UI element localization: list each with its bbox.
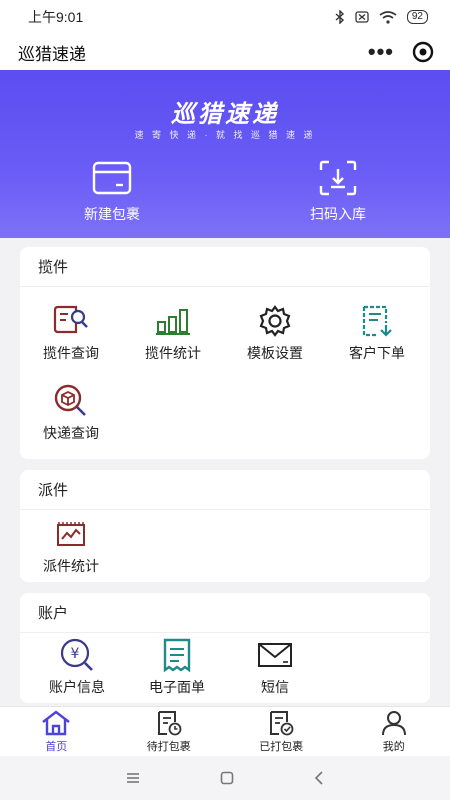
pickup-stats-label: 揽件统计 [145, 345, 201, 361]
capsule-menu: ••• [368, 41, 434, 63]
hero-banner: 巡猎速递 速 寄 快 递 · 就 找 巡 猎 速 递 新建包裹 扫码入库 [0, 70, 450, 238]
battery-indicator: 92 [406, 10, 428, 24]
tab-profile[interactable]: 我的 [338, 707, 450, 756]
more-icon[interactable]: ••• [368, 41, 394, 63]
home-icon [42, 709, 70, 735]
title-bar: 巡猎速递 ••• [0, 34, 450, 70]
brand-slogan: 速 寄 快 递 · 就 找 巡 猎 速 递 [134, 130, 316, 140]
pickup-search-label: 揽件查询 [43, 345, 99, 361]
wifi-icon [379, 10, 397, 24]
envelope-icon [258, 643, 292, 667]
e-waybill-button[interactable]: 电子面单 [126, 637, 228, 697]
new-package-label: 新建包裹 [84, 206, 140, 222]
user-icon [381, 710, 406, 735]
e-waybill-label: 电子面单 [149, 679, 205, 695]
bottom-tab-bar: 首页 待打包裹 已打包裹 我的 [0, 706, 450, 756]
menu-icon[interactable] [126, 772, 140, 784]
back-icon[interactable] [314, 771, 324, 785]
brand-title: 巡猎速递 [171, 99, 279, 128]
system-nav-bar [0, 756, 450, 800]
customer-order-button[interactable]: 客户下单 [326, 303, 428, 363]
home-square-icon[interactable] [220, 771, 234, 785]
delivery-card: 派件 派件统计 [20, 470, 430, 582]
pickup-card-title: 揽件 [20, 247, 430, 287]
customer-order-label: 客户下单 [349, 345, 405, 361]
tab-profile-label: 我的 [382, 740, 405, 753]
pickup-search-button[interactable]: 揽件查询 [20, 303, 122, 363]
tab-home-label: 首页 [45, 740, 68, 753]
sms-label: 短信 [261, 679, 289, 695]
tab-printed[interactable]: 已打包裹 [225, 707, 338, 756]
svg-text:¥: ¥ [71, 646, 80, 662]
pending-print-icon [157, 710, 182, 735]
bar-chart-icon [156, 309, 190, 335]
close-target-icon[interactable] [412, 41, 434, 63]
account-card: 账户 ¥ 账户信息 电子面单 短信 [20, 593, 430, 703]
status-icons: 92 [335, 10, 428, 24]
bluetooth-icon [335, 10, 344, 24]
tab-home[interactable]: 首页 [0, 707, 113, 756]
pickup-search-icon [53, 305, 88, 334]
page-title: 巡猎速递 [18, 44, 86, 64]
delivery-stats-button[interactable]: 派件统计 [20, 516, 122, 576]
tab-pending-print[interactable]: 待打包裹 [113, 707, 226, 756]
sim-disabled-icon [355, 11, 369, 23]
account-info-label: 账户信息 [49, 679, 105, 695]
account-card-title: 账户 [20, 593, 430, 633]
scan-in-label: 扫码入库 [310, 206, 366, 222]
new-package-button[interactable]: 新建包裹 [42, 158, 182, 224]
yuan-search-icon: ¥ [60, 638, 93, 671]
sms-button[interactable]: 短信 [224, 637, 326, 697]
status-bar: 上午9:01 92 [0, 0, 450, 34]
template-settings-button[interactable]: 模板设置 [224, 303, 326, 363]
gear-icon [259, 305, 291, 337]
tab-pending-print-label: 待打包裹 [146, 740, 191, 753]
order-clipboard-icon [362, 305, 392, 337]
express-search-button[interactable]: 快递查询 [20, 383, 122, 443]
account-info-button[interactable]: ¥ 账户信息 [26, 637, 128, 697]
parcel-search-icon [54, 384, 86, 416]
pickup-card: 揽件 揽件查询 揽件统计 模板设置 客户下单 快递查询 [20, 247, 430, 459]
package-box-icon [92, 161, 132, 195]
scan-icon [319, 160, 357, 196]
pickup-stats-button[interactable]: 揽件统计 [122, 303, 224, 363]
tab-printed-label: 已打包裹 [259, 740, 304, 753]
express-search-label: 快递查询 [43, 425, 99, 441]
template-settings-label: 模板设置 [247, 345, 303, 361]
delivery-card-title: 派件 [20, 470, 430, 510]
line-chart-icon [57, 522, 85, 546]
delivery-stats-label: 派件统计 [43, 558, 99, 574]
status-time: 上午9:01 [28, 9, 84, 25]
printed-icon [270, 710, 294, 735]
scan-in-button[interactable]: 扫码入库 [268, 158, 408, 224]
receipt-icon [163, 638, 191, 672]
